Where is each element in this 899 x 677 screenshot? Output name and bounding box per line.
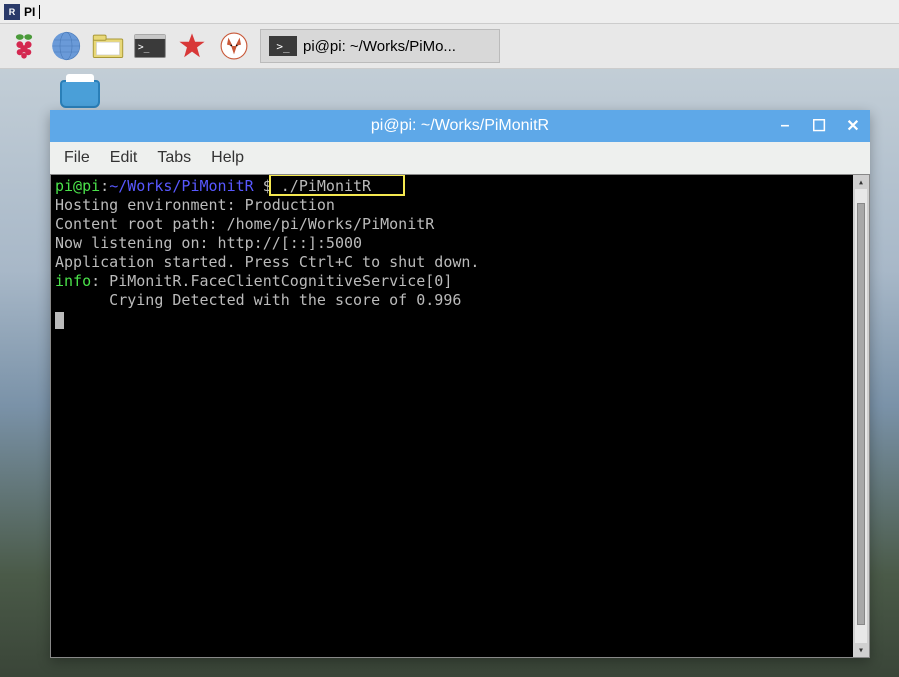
terminal-content: pi@pi:~/Works/PiMonitR $ ./PiMonitR Host… <box>55 177 851 329</box>
prompt-dollar: $ <box>254 177 281 195</box>
maximize-button[interactable]: ☐ <box>810 117 828 135</box>
scroll-down-icon[interactable]: ▾ <box>853 643 869 657</box>
taskbar: >_ >_ pi@pi: ~/Works/PiMo... <box>0 24 899 69</box>
app-icon: R <box>4 4 20 20</box>
terminal-scrollbar[interactable]: ▴ ▾ <box>853 175 869 657</box>
menu-help[interactable]: Help <box>207 147 248 169</box>
app-title: PI <box>24 5 35 19</box>
terminal-titlebar[interactable]: pi@pi: ~/Works/PiMonitR – ☐ ✕ <box>50 110 870 142</box>
terminal-window: pi@pi: ~/Works/PiMonitR – ☐ ✕ File Edit … <box>50 110 870 658</box>
terminal-title: pi@pi: ~/Works/PiMonitR <box>371 117 549 135</box>
taskbar-app-item[interactable]: >_ pi@pi: ~/Works/PiMo... <box>260 29 500 63</box>
terminal-line: Application started. Press Ctrl+C to shu… <box>55 253 851 272</box>
folder-icon[interactable] <box>92 30 124 62</box>
taskbar-item-label: pi@pi: ~/Works/PiMo... <box>303 38 456 55</box>
prompt-colon: : <box>100 177 109 195</box>
trash-icon[interactable] <box>60 80 100 114</box>
scroll-up-icon[interactable]: ▴ <box>853 175 869 189</box>
terminal-line: info: PiMonitR.FaceClientCognitiveServic… <box>55 272 851 291</box>
prompt-userhost: pi@pi <box>55 177 100 195</box>
globe-icon[interactable] <box>50 30 82 62</box>
terminal-menubar: File Edit Tabs Help <box>50 142 870 174</box>
menu-tabs[interactable]: Tabs <box>153 147 195 169</box>
terminal-icon[interactable]: >_ <box>134 30 166 62</box>
window-top-bar: R PI <box>0 0 899 24</box>
prompt-path: ~/Works/PiMonitR <box>109 177 254 195</box>
minimize-button[interactable]: – <box>776 117 794 135</box>
scrollbar-track[interactable] <box>855 189 867 643</box>
terminal-prompt-line: pi@pi:~/Works/PiMonitR $ ./PiMonitR <box>55 177 851 196</box>
menu-file[interactable]: File <box>60 147 94 169</box>
terminal-line: Crying Detected with the score of 0.996 <box>55 291 851 310</box>
svg-text:>_: >_ <box>138 42 150 53</box>
menu-edit[interactable]: Edit <box>106 147 142 169</box>
scrollbar-thumb[interactable] <box>857 203 865 625</box>
raspberry-icon[interactable] <box>8 30 40 62</box>
terminal-cursor-line <box>55 310 851 329</box>
cursor-icon <box>55 312 64 329</box>
window-controls: – ☐ ✕ <box>776 117 862 135</box>
terminal-line: Content root path: /home/pi/Works/PiMoni… <box>55 215 851 234</box>
title-cursor <box>39 5 40 19</box>
terminal-line: Hosting environment: Production <box>55 196 851 215</box>
prompt-command: ./PiMonitR <box>281 177 371 195</box>
close-button[interactable]: ✕ <box>844 117 862 135</box>
star-icon[interactable] <box>176 30 208 62</box>
terminal-body[interactable]: pi@pi:~/Works/PiMonitR $ ./PiMonitR Host… <box>50 174 870 658</box>
terminal-icon: >_ <box>269 36 297 56</box>
terminal-line: Now listening on: http://[::]:5000 <box>55 234 851 253</box>
info-prefix: info <box>55 272 91 290</box>
fox-icon[interactable] <box>218 30 250 62</box>
info-rest: : PiMonitR.FaceClientCognitiveService[0] <box>91 272 452 290</box>
